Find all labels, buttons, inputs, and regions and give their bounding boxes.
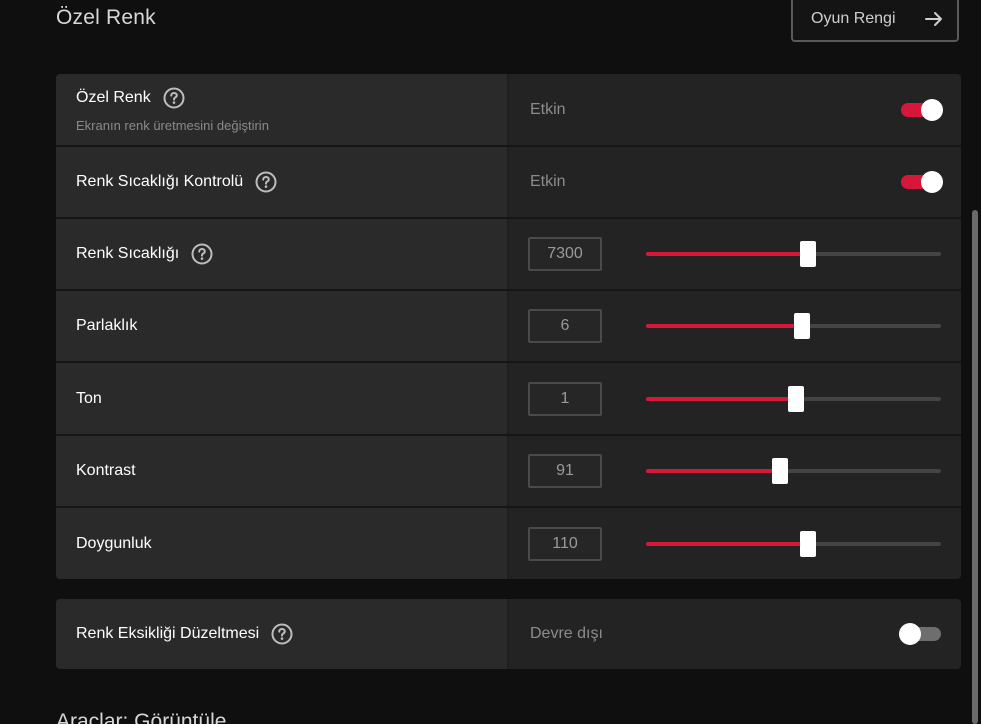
color-deficiency-toggle[interactable] — [899, 623, 941, 645]
temp-control-status: Etkin — [530, 173, 566, 190]
color-deficiency-row: Renk Eksikliği Düzeltmesi Devre dışı — [56, 599, 961, 669]
contrast-row: Kontrast 91 — [56, 436, 961, 506]
temperature-slider[interactable] — [646, 239, 941, 269]
hue-row: Ton 1 — [56, 363, 961, 434]
help-icon[interactable] — [191, 243, 213, 265]
contrast-slider[interactable] — [646, 456, 941, 486]
temperature-label: Renk Sıcaklığı — [76, 245, 180, 262]
brightness-value-input[interactable]: 6 — [528, 309, 602, 343]
custom-color-row: Özel Renk Ekranın renk üretmesini değişt… — [56, 74, 961, 145]
scrollbar-thumb[interactable] — [972, 210, 978, 724]
section-title: Özel Renk — [56, 6, 156, 29]
slider-thumb[interactable] — [800, 241, 817, 267]
hue-slider[interactable] — [646, 384, 941, 414]
temp-control-toggle[interactable] — [901, 171, 943, 193]
color-settings-page: Özel Renk Oyun Rengi Özel Renk Ekranın r… — [0, 0, 981, 724]
help-icon[interactable] — [271, 623, 293, 645]
saturation-label: Doygunluk — [76, 534, 152, 552]
brightness-label: Parlaklık — [76, 317, 138, 334]
slider-thumb[interactable] — [800, 530, 817, 557]
next-section-title: Araçlar: Görüntüle — [56, 710, 227, 724]
help-icon[interactable] — [255, 171, 277, 193]
slider-thumb[interactable] — [788, 385, 805, 412]
arrow-right-icon — [925, 11, 943, 27]
brightness-row: Parlaklık 6 — [56, 291, 961, 361]
custom-color-description: Ekranın renk üretmesini değiştirin — [76, 117, 269, 133]
hue-value-input[interactable]: 1 — [528, 381, 602, 416]
game-color-button[interactable]: Oyun Rengi — [791, 0, 959, 42]
custom-color-label: Özel Renk — [76, 88, 151, 106]
temp-control-row: Renk Sıcaklığı Kontrolü Etkin — [56, 147, 961, 217]
contrast-value-input[interactable]: 91 — [528, 454, 602, 488]
custom-color-panel: Özel Renk Ekranın renk üretmesini değişt… — [56, 74, 961, 579]
slider-thumb[interactable] — [772, 458, 789, 484]
temperature-value-input[interactable]: 7300 — [528, 237, 602, 271]
hue-label: Ton — [76, 389, 102, 407]
saturation-row: Doygunluk 110 — [56, 508, 961, 579]
slider-thumb[interactable] — [794, 313, 811, 339]
custom-color-status: Etkin — [530, 100, 566, 118]
color-deficiency-label: Renk Eksikliği Düzeltmesi — [76, 625, 260, 642]
custom-color-toggle[interactable] — [901, 98, 943, 121]
game-color-button-label: Oyun Rengi — [811, 10, 896, 27]
temperature-row: Renk Sıcaklığı 7300 — [56, 219, 961, 289]
temp-control-label: Renk Sıcaklığı Kontrolü — [76, 173, 244, 190]
color-deficiency-panel: Renk Eksikliği Düzeltmesi Devre dışı — [56, 599, 961, 669]
saturation-value-input[interactable]: 110 — [528, 526, 602, 561]
help-icon[interactable] — [163, 87, 185, 109]
contrast-label: Kontrast — [76, 462, 136, 479]
color-deficiency-status: Devre dışı — [530, 625, 603, 642]
saturation-slider[interactable] — [646, 529, 941, 559]
brightness-slider[interactable] — [646, 311, 941, 341]
